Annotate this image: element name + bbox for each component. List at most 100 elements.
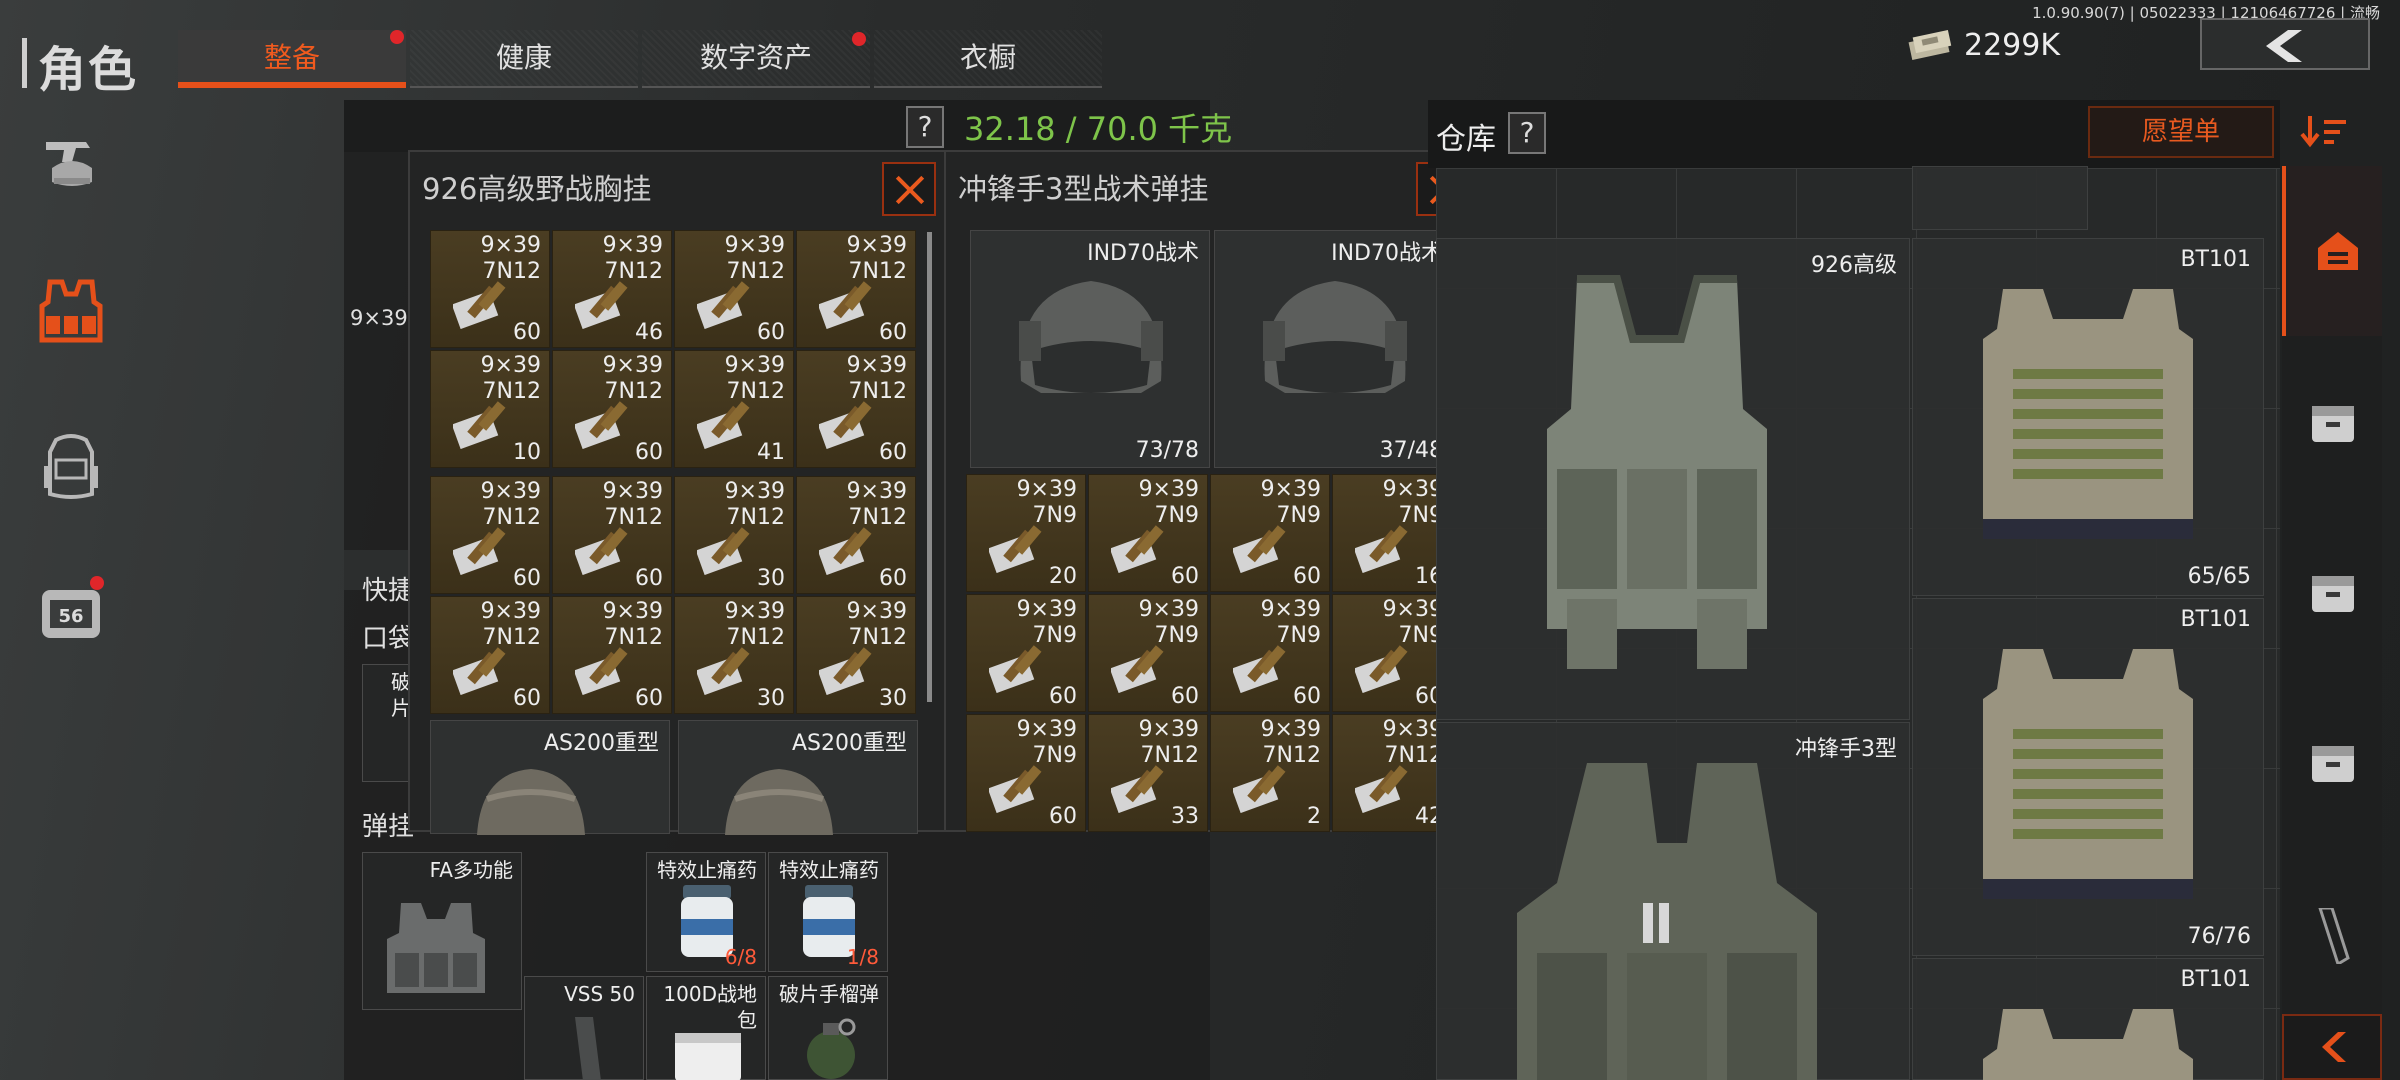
warehouse-item[interactable]: BT101 65/65 bbox=[1912, 238, 2264, 596]
ammo-slot[interactable]: 9×39 7N12 46 bbox=[552, 230, 672, 348]
ammo-box-icon bbox=[1233, 645, 1286, 693]
ammo-type: 7N9 bbox=[1276, 623, 1321, 648]
ammo-caliber: 9×39 bbox=[1260, 717, 1321, 742]
ammo-type: 7N9 bbox=[1154, 503, 1199, 528]
collapse-rail-button[interactable] bbox=[2282, 1014, 2382, 1080]
item-slot[interactable]: 破片手榴弹 bbox=[768, 976, 888, 1080]
grenade-image bbox=[807, 1018, 856, 1079]
ammo-caliber: 9×39 bbox=[1260, 477, 1321, 502]
ammo-quantity: 20 bbox=[1049, 564, 1077, 589]
ammo-slot[interactable]: 9×39 7N12 60 bbox=[430, 230, 550, 348]
carry-weight: 32.18 / 70.0 千克 bbox=[964, 110, 1233, 148]
close-button[interactable] bbox=[882, 162, 936, 216]
ammo-slot[interactable]: 9×39 7N9 60 bbox=[966, 714, 1086, 832]
tab-wardrobe[interactable]: 衣橱 bbox=[874, 30, 1102, 88]
ammo-caliber: 9×39 bbox=[1016, 717, 1077, 742]
storage-tab-magazine[interactable] bbox=[2282, 880, 2382, 980]
money-icon bbox=[1908, 30, 1952, 60]
ammo-slot[interactable]: 9×39 7N9 60 bbox=[966, 594, 1086, 712]
storage-tab-box[interactable] bbox=[2282, 680, 2382, 850]
item-slot[interactable]: VSS 50 bbox=[524, 976, 644, 1080]
gear-slot[interactable]: IND70战术 37/48 bbox=[1214, 230, 1454, 468]
sort-icon[interactable] bbox=[2300, 112, 2348, 152]
storage-tab-box[interactable] bbox=[2282, 340, 2382, 510]
tab-equip[interactable]: 整备 bbox=[178, 30, 406, 88]
vest-icon[interactable] bbox=[36, 276, 106, 346]
ammo-slot[interactable]: 9×39 7N12 60 bbox=[430, 596, 550, 714]
item-name: 破片手榴弹 bbox=[779, 982, 879, 1006]
ammo-slot[interactable]: 9×39 7N12 60 bbox=[552, 350, 672, 468]
ammo-slot[interactable]: 9×39 7N9 16 bbox=[1332, 474, 1452, 592]
tab-label: 数字资产 bbox=[699, 41, 812, 74]
ammo-slot[interactable]: 9×39 7N12 30 bbox=[674, 596, 794, 714]
ammo-quantity: 60 bbox=[1049, 684, 1077, 709]
ammo-type: 7N12 bbox=[848, 625, 907, 650]
backpack-icon[interactable] bbox=[36, 432, 106, 502]
wishlist-button[interactable]: 愿望单 bbox=[2088, 106, 2274, 158]
ammo-slot[interactable]: 9×39 7N9 60 bbox=[1088, 594, 1208, 712]
ammo-slot[interactable]: 9×39 7N9 60 bbox=[1088, 474, 1208, 592]
ammo-slot[interactable]: 9×39 7N12 10 bbox=[430, 350, 550, 468]
ammo-slot[interactable]: 9×39 7N12 60 bbox=[430, 476, 550, 594]
ammo-slot[interactable]: 9×39 7N9 60 bbox=[1210, 594, 1330, 712]
ammo-slot[interactable]: 9×39 7N12 30 bbox=[796, 596, 916, 714]
item-slot[interactable]: 特效止痛药 1/8 bbox=[768, 852, 888, 972]
ammo-slot[interactable]: 9×39 7N12 60 bbox=[674, 230, 794, 348]
item-name: AS200重型 bbox=[543, 731, 659, 756]
warehouse-item[interactable]: BT101 76/76 bbox=[1912, 598, 2264, 956]
item-slot[interactable]: 特效止痛药 6/8 bbox=[646, 852, 766, 972]
tab-health[interactable]: 健康 bbox=[410, 30, 638, 88]
ammo-slot[interactable]: 9×39 7N12 60 bbox=[796, 350, 916, 468]
warehouse-item[interactable]: 926高级 bbox=[1436, 238, 1910, 720]
box-icon bbox=[2312, 406, 2354, 442]
ammo-slot[interactable]: 9×39 7N12 41 bbox=[674, 350, 794, 468]
back-button[interactable] bbox=[2200, 18, 2370, 70]
currency-value: 2299K bbox=[1964, 28, 2061, 63]
ammo-caliber: 9×39 bbox=[846, 233, 907, 258]
weight-help-button[interactable]: ? bbox=[906, 106, 944, 148]
gear-slot[interactable]: IND70战术 73/78 bbox=[970, 230, 1210, 468]
ammo-box-icon bbox=[1355, 525, 1408, 573]
rig-slot[interactable]: FA多功能 bbox=[362, 852, 522, 1010]
ammo-caliber: 9×39 bbox=[846, 599, 907, 624]
tab-digital-assets[interactable]: 数字资产 bbox=[642, 30, 870, 88]
ammo-slot[interactable]: 9×39 7N9 60 bbox=[1332, 594, 1452, 712]
warehouse-item[interactable]: BT101 bbox=[1912, 958, 2264, 1080]
ammo-slot[interactable]: 9×39 7N12 60 bbox=[552, 476, 672, 594]
item-name: 926高级 bbox=[1811, 253, 1897, 278]
tab-badge-dot bbox=[390, 30, 404, 44]
gear-slot[interactable]: AS200重型 bbox=[678, 720, 918, 835]
page-title: 角色 bbox=[38, 42, 139, 98]
pocket-slot[interactable]: 破片 bbox=[362, 664, 412, 782]
weapon-helmet-icon[interactable] bbox=[36, 128, 106, 198]
ammo-caliber: 9×39 bbox=[1138, 597, 1199, 622]
helmet-image bbox=[477, 769, 585, 835]
ammo-slot[interactable]: 9×39 7N12 60 bbox=[796, 476, 916, 594]
ammo-slot[interactable]: 9×39 7N12 2 bbox=[1210, 714, 1330, 832]
storage-tab-home[interactable] bbox=[2282, 166, 2382, 336]
ammo-slot[interactable]: 9×39 7N12 42 bbox=[1332, 714, 1452, 832]
ammo-type: 7N12 bbox=[848, 379, 907, 404]
item-name: VSS 50 bbox=[564, 982, 635, 1006]
ammo-slot[interactable]: 9×39 7N9 60 bbox=[1210, 474, 1330, 592]
warehouse-item[interactable]: 冲锋手3型 bbox=[1436, 722, 1910, 1080]
ammo-slot[interactable]: 9×39 7N12 60 bbox=[552, 596, 672, 714]
warehouse-item-partial[interactable] bbox=[1912, 166, 2088, 230]
gear-slot[interactable]: AS200重型 bbox=[430, 720, 670, 835]
vest-image bbox=[1517, 763, 1817, 1080]
ammo-slot[interactable]: 9×39 7N12 30 bbox=[674, 476, 794, 594]
ammo-slot[interactable]: 9×39 7N12 33 bbox=[1088, 714, 1208, 832]
warehouse-help-button[interactable]: ? bbox=[1508, 112, 1546, 154]
ammo-caliber: 9×39 bbox=[602, 599, 663, 624]
ammo-type: 7N12 bbox=[726, 379, 785, 404]
ammo-box-icon bbox=[989, 645, 1042, 693]
ammo-slot[interactable]: 9×39 7N9 20 bbox=[966, 474, 1086, 592]
ammo-caliber: 9×39 bbox=[480, 353, 541, 378]
ammo-caliber: 9×39 bbox=[602, 353, 663, 378]
item-slot[interactable]: 100D战地包 bbox=[646, 976, 766, 1080]
ammo-quantity: 30 bbox=[879, 686, 907, 711]
scrollbar[interactable] bbox=[927, 232, 932, 702]
ammo-slot[interactable]: 9×39 7N12 60 bbox=[796, 230, 916, 348]
ammo-type: 7N12 bbox=[482, 625, 541, 650]
storage-tab-box[interactable] bbox=[2282, 510, 2382, 680]
